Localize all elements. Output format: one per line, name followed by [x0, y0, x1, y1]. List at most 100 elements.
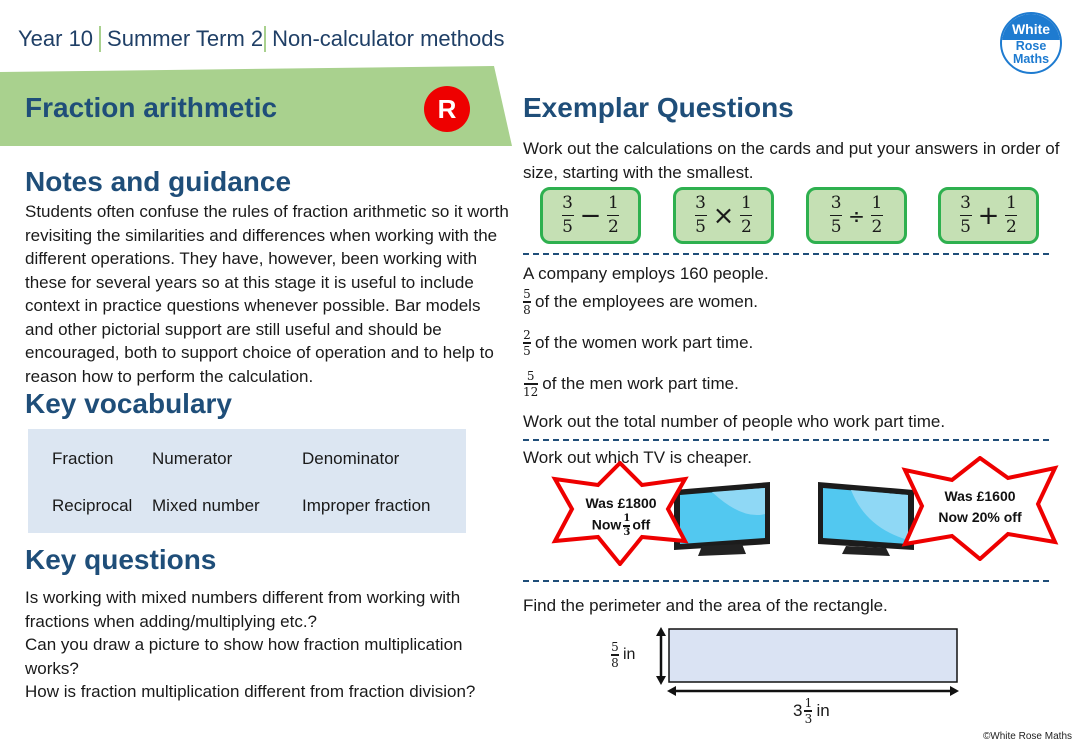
- numerator: 1: [804, 696, 813, 710]
- numerator: 1: [607, 192, 619, 213]
- logo-lower: Rose Maths: [1002, 40, 1060, 66]
- r-badge: R: [424, 86, 470, 132]
- fraction: 13: [623, 513, 631, 538]
- q2-line-text: of the women work part time.: [535, 332, 754, 352]
- fraction: 12: [870, 192, 883, 238]
- numerator: 1: [623, 513, 631, 524]
- q2-task: Work out the total number of people who …: [523, 412, 946, 431]
- multiply-operator: ×: [712, 200, 735, 231]
- vocab-word: Numerator: [152, 449, 233, 468]
- whole-number: 3: [793, 700, 803, 720]
- tv1-discount: Now 1 3 off: [576, 514, 666, 538]
- fraction: 25: [523, 329, 531, 357]
- denominator: 12: [523, 384, 539, 399]
- height-label: 58 in: [611, 641, 635, 669]
- rectangle-diagram: [656, 627, 959, 696]
- notes-body: Students often confuse the rules of frac…: [25, 202, 509, 386]
- page-title: Fraction arithmetic: [25, 92, 278, 123]
- key-question: Is working with mixed numbers different …: [25, 588, 461, 631]
- q2-line: 25 of the women work part time.: [523, 329, 753, 357]
- vocab-word: Fraction: [52, 449, 114, 468]
- logo-line-white: White: [1002, 14, 1060, 40]
- numerator: 5: [526, 369, 535, 383]
- tv1-now: Now: [591, 516, 622, 533]
- numerator: 3: [830, 192, 842, 213]
- fraction: 13: [804, 696, 813, 726]
- denominator: 8: [611, 655, 619, 670]
- q4-prompt: Find the perimeter and the area of the r…: [523, 596, 888, 615]
- denominator: 5: [562, 217, 573, 238]
- fraction: 5 12: [523, 370, 538, 398]
- calculation-card: 35 + 12: [938, 187, 1039, 244]
- vocabulary-box: Fraction Numerator Denominator Reciproca…: [28, 429, 466, 533]
- key-question: Can you draw a picture to show how fract…: [25, 635, 463, 678]
- tv2-price-label: Was £1600 Now 20% off: [925, 486, 1035, 528]
- exemplar-heading: Exemplar Questions: [523, 92, 794, 123]
- tv1-price-label: Was £1800 Now 1 3 off: [576, 493, 666, 538]
- question-divider: [523, 439, 1049, 441]
- minus-operator: −: [579, 200, 602, 231]
- denominator: 2: [871, 217, 883, 238]
- width-label: 3 13 in: [793, 697, 830, 725]
- q2-line-text: of the men work part time.: [542, 373, 739, 393]
- vocab-word: Improper fraction: [302, 496, 431, 515]
- fraction: 35: [694, 192, 707, 238]
- numerator: 3: [562, 192, 573, 213]
- fraction: 12: [740, 193, 753, 238]
- q1-prompt: Work out the calculations on the cards a…: [523, 139, 1060, 182]
- fraction: 35: [830, 192, 843, 238]
- calculation-card: 35 × 12: [673, 187, 774, 244]
- denominator: 3: [623, 526, 631, 538]
- fraction: 12: [607, 192, 620, 238]
- tv2-was-price: Was £1600: [944, 488, 1016, 504]
- calculation-card: 35 ÷ 12: [806, 187, 907, 244]
- tv2-discount: Now 20% off: [938, 509, 1022, 525]
- denominator: 2: [1005, 217, 1017, 238]
- denominator: 5: [523, 343, 531, 358]
- fraction: 12: [1005, 192, 1018, 238]
- q2-line: 58 of the employees are women.: [523, 288, 758, 316]
- key-questions-heading: Key questions: [25, 544, 217, 575]
- numerator: 2: [523, 328, 531, 342]
- fraction: 35: [959, 192, 972, 238]
- vocabulary-heading: Key vocabulary: [25, 388, 232, 419]
- tv1-off: off: [632, 516, 651, 533]
- title-banner: [0, 66, 512, 146]
- numerator: 1: [1005, 192, 1017, 213]
- question-divider: [523, 580, 1049, 582]
- denominator: 8: [523, 302, 531, 317]
- denominator: 5: [830, 217, 842, 238]
- logo-line-maths: Maths: [1012, 52, 1050, 66]
- fraction: 58: [523, 288, 531, 316]
- numerator: 3: [695, 192, 706, 213]
- white-rose-maths-logo: White Rose Maths: [1000, 12, 1062, 74]
- fraction: 35: [561, 192, 574, 238]
- key-questions-list: Is working with mixed numbers different …: [25, 586, 510, 704]
- denominator: 2: [607, 217, 619, 238]
- calculation-card: 35 − 12: [540, 187, 641, 244]
- copyright: ©White Rose Maths: [982, 731, 1072, 742]
- notes-heading: Notes and guidance: [25, 166, 292, 197]
- vocab-word: Reciprocal: [52, 496, 133, 515]
- numerator: 5: [523, 287, 531, 301]
- divide-operator: ÷: [848, 203, 865, 228]
- question-divider: [523, 253, 1049, 255]
- denominator: 5: [695, 217, 706, 238]
- rectangle: [668, 628, 958, 683]
- numerator: 3: [960, 192, 971, 213]
- q2-line-text: of the employees are women.: [535, 291, 759, 311]
- tv1-was-price: Was £1800: [585, 495, 657, 511]
- numerator: 5: [611, 640, 619, 654]
- denominator: 3: [804, 711, 813, 726]
- denominator: 5: [960, 217, 971, 238]
- vocab-word: Mixed number: [152, 496, 260, 515]
- plus-operator: +: [977, 200, 1000, 231]
- vocab-word: Denominator: [302, 449, 400, 468]
- denominator: 2: [740, 217, 752, 238]
- height-unit: in: [623, 645, 636, 663]
- width-unit: in: [816, 700, 830, 720]
- q2-intro: A company employs 160 people.: [523, 264, 769, 283]
- fraction: 58: [611, 641, 619, 669]
- key-question: How is fraction multiplication different…: [25, 682, 476, 701]
- numerator: 1: [871, 192, 883, 213]
